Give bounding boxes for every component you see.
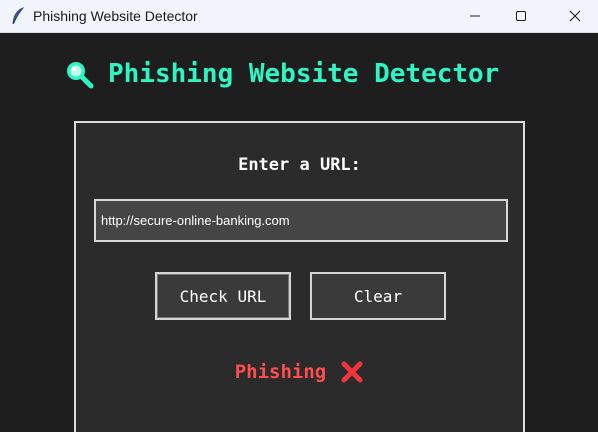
minimize-button[interactable]	[452, 0, 498, 32]
page-title: Phishing Website Detector	[108, 59, 500, 89]
maximize-icon	[516, 11, 526, 21]
close-button[interactable]	[552, 0, 598, 32]
magnifier-icon	[67, 62, 94, 89]
result-display: Phishing	[76, 360, 523, 384]
url-input[interactable]	[94, 199, 508, 242]
window-title: Phishing Website Detector	[33, 8, 198, 24]
title-bar[interactable]: Phishing Website Detector	[0, 0, 598, 33]
cross-mark-icon	[341, 361, 363, 383]
page-heading: Phishing Website Detector	[64, 56, 499, 92]
clear-button[interactable]: Clear	[310, 272, 446, 320]
minimize-icon	[470, 15, 480, 17]
app-window: Phishing Website Detector Phishing Websi…	[0, 0, 598, 432]
maximize-button[interactable]	[498, 0, 544, 32]
close-icon	[569, 10, 581, 22]
url-prompt-label: Enter a URL:	[238, 155, 361, 175]
check-url-button[interactable]: Check URL	[155, 272, 291, 320]
feather-icon	[12, 7, 25, 25]
url-form-panel: Enter a URL: Check URL Clear Phishing	[74, 121, 525, 432]
result-label: Phishing	[234, 361, 327, 383]
